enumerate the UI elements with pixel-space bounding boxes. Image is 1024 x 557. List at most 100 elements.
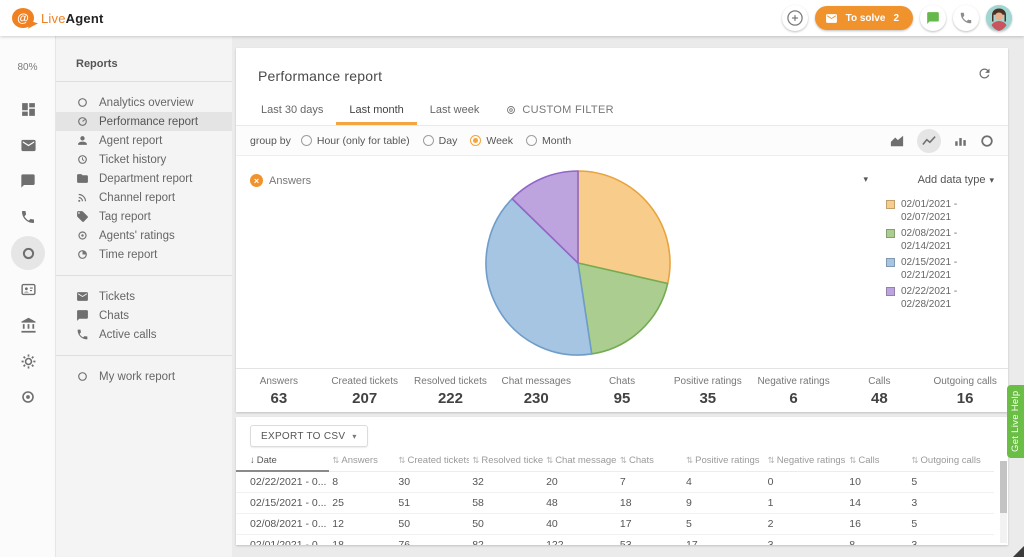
scrollbar-thumb[interactable] bbox=[1000, 461, 1007, 513]
radio-hour[interactable]: Hour (only for table) bbox=[301, 135, 410, 147]
table-row[interactable]: 02/08/2021 - 0...125050401752165 bbox=[236, 514, 994, 535]
envelope-icon bbox=[825, 12, 838, 25]
column-header-chats[interactable]: ⇅Chats bbox=[617, 452, 683, 471]
export-to-csv-button[interactable]: EXPORT TO CSV▾ bbox=[250, 425, 368, 447]
stat-positive-ratings: Positive ratings35 bbox=[665, 369, 751, 412]
user-avatar[interactable] bbox=[986, 5, 1012, 31]
add-button[interactable] bbox=[782, 5, 808, 31]
column-header-created-tickets[interactable]: ⇅Created tickets bbox=[395, 452, 469, 471]
rail-dashboard-button[interactable] bbox=[0, 91, 56, 127]
sidebar-item-chats[interactable]: Chats bbox=[56, 306, 232, 325]
chats-quick-button[interactable] bbox=[920, 5, 946, 31]
sort-icon: ⇅ bbox=[472, 455, 479, 465]
remove-series-icon[interactable]: × bbox=[250, 174, 263, 187]
sidebar-item-performance-report[interactable]: Performance report bbox=[56, 112, 232, 131]
usage-indicator: 80% bbox=[0, 62, 55, 73]
sort-icon: ⇅ bbox=[911, 455, 918, 465]
gauge-icon bbox=[76, 115, 89, 128]
top-bar: @ LiveAgent To solve 2 bbox=[0, 0, 1024, 36]
resize-handle[interactable] bbox=[1013, 546, 1024, 557]
rail-calls-button[interactable] bbox=[0, 199, 56, 235]
radio-circle bbox=[301, 135, 312, 146]
legend-item: 02/01/2021 - 02/07/2021 bbox=[886, 198, 996, 224]
summary-stats-row: Answers63 Created tickets207 Resolved ti… bbox=[236, 368, 1008, 412]
tab-last-month[interactable]: Last month bbox=[336, 104, 416, 125]
sidebar-item-my-work-report[interactable]: My work report bbox=[56, 367, 232, 386]
table-scrollbar[interactable] bbox=[1000, 461, 1007, 543]
sidebar-item-agent-report[interactable]: Agent report bbox=[56, 131, 232, 150]
chat-bubble-icon bbox=[76, 309, 89, 322]
refresh-button[interactable] bbox=[977, 66, 992, 81]
bar-chart-button[interactable] bbox=[954, 134, 967, 147]
sort-icon: ⇅ bbox=[546, 455, 553, 465]
donut-chart-icon bbox=[980, 134, 994, 148]
sidebar-item-department-report[interactable]: Department report bbox=[56, 169, 232, 188]
series-dropdown-caret[interactable]: ▾ bbox=[863, 174, 868, 185]
column-header-outgoing-calls[interactable]: ⇅Outgoing calls bbox=[908, 452, 994, 471]
sidebar-item-active-calls[interactable]: Active calls bbox=[56, 325, 232, 344]
tab-last-week[interactable]: Last week bbox=[417, 104, 493, 125]
rail-active-indicator bbox=[11, 236, 45, 270]
radio-month[interactable]: Month bbox=[526, 135, 571, 147]
calls-quick-button[interactable] bbox=[953, 5, 979, 31]
radio-circle bbox=[423, 135, 434, 146]
table-row[interactable]: 02/15/2021 - 0...255158481891143 bbox=[236, 493, 994, 514]
plus-circle-icon bbox=[785, 8, 805, 28]
rail-tickets-button[interactable] bbox=[0, 127, 56, 163]
tab-last-30-days[interactable]: Last 30 days bbox=[248, 104, 336, 125]
data-table-card: EXPORT TO CSV▾ ↓Date ⇅Answers ⇅Created t… bbox=[236, 417, 1008, 545]
mail-icon bbox=[20, 137, 37, 154]
column-header-resolved-tickets[interactable]: ⇅Resolved tickets bbox=[469, 452, 543, 471]
table-row[interactable]: 02/01/2021 - 0...1876821225317383 bbox=[236, 535, 994, 546]
column-header-answers[interactable]: ⇅Answers bbox=[329, 452, 395, 471]
sidebar-item-analytics-overview[interactable]: Analytics overview bbox=[56, 93, 232, 112]
time-pie-icon bbox=[76, 248, 89, 261]
table-row[interactable]: 02/22/2021 - 0...8303220740105 bbox=[236, 471, 994, 493]
column-header-chat-messages[interactable]: ⇅Chat messages bbox=[543, 452, 617, 471]
rail-settings-button[interactable] bbox=[0, 343, 56, 379]
rail-contacts-button[interactable] bbox=[0, 271, 56, 307]
bar-chart-icon bbox=[954, 134, 967, 147]
radio-day[interactable]: Day bbox=[423, 135, 458, 147]
stat-outgoing-calls: Outgoing calls16 bbox=[922, 369, 1008, 412]
area-chart-button[interactable] bbox=[890, 134, 904, 148]
tab-custom-filter[interactable]: CUSTOM FILTER bbox=[492, 104, 627, 125]
chart-section: × Answers ▾ Add data type▾ 02/01/2021 - … bbox=[236, 156, 1008, 368]
column-header-calls[interactable]: ⇅Calls bbox=[846, 452, 908, 471]
legend-item: 02/22/2021 - 02/28/2021 bbox=[886, 285, 996, 311]
rail-companies-button[interactable] bbox=[0, 307, 56, 343]
sidebar-item-time-report[interactable]: Time report bbox=[56, 245, 232, 264]
sidebar-item-tickets[interactable]: Tickets bbox=[56, 287, 232, 306]
sort-icon: ⇅ bbox=[332, 455, 339, 465]
rail-chats-button[interactable] bbox=[0, 163, 56, 199]
chat-bubble-icon bbox=[20, 173, 36, 189]
to-solve-button[interactable]: To solve 2 bbox=[815, 6, 913, 30]
radio-week[interactable]: Week bbox=[470, 135, 513, 147]
column-header-date[interactable]: ↓Date bbox=[236, 452, 329, 471]
column-header-positive-ratings[interactable]: ⇅Positive ratings bbox=[683, 452, 765, 471]
get-live-help-button[interactable]: Get Live Help bbox=[1007, 385, 1024, 458]
liveagent-logo[interactable]: @ LiveAgent bbox=[12, 8, 104, 28]
brand-text: LiveAgent bbox=[41, 11, 104, 26]
sidebar-item-ticket-history[interactable]: Ticket history bbox=[56, 150, 232, 169]
radio-circle-selected bbox=[470, 135, 481, 146]
chevron-down-icon: ▾ bbox=[989, 175, 994, 185]
reports-sidebar: Reports Analytics overview Performance r… bbox=[56, 36, 232, 557]
clock-icon bbox=[76, 153, 89, 166]
sort-icon: ⇅ bbox=[686, 455, 693, 465]
sidebar-item-agents-ratings[interactable]: Agents' ratings bbox=[56, 226, 232, 245]
pie-chart-button[interactable] bbox=[980, 134, 994, 148]
sidebar-item-tag-report[interactable]: Tag report bbox=[56, 207, 232, 226]
group-by-label: group by bbox=[250, 135, 291, 147]
date-range-tabs: Last 30 days Last month Last week CUSTOM… bbox=[236, 97, 1008, 126]
sidebar-item-channel-report[interactable]: Channel report bbox=[56, 188, 232, 207]
column-header-negative-ratings[interactable]: ⇅Negative ratings bbox=[765, 452, 847, 471]
stat-resolved-tickets: Resolved tickets222 bbox=[408, 369, 494, 412]
line-chart-button[interactable] bbox=[917, 129, 941, 153]
add-data-type-dropdown[interactable]: Add data type▾ bbox=[918, 174, 994, 186]
refresh-icon bbox=[977, 66, 992, 81]
stat-calls: Calls48 bbox=[836, 369, 922, 412]
divider bbox=[56, 81, 232, 82]
rail-help-button[interactable] bbox=[0, 379, 56, 415]
rail-reports-button[interactable] bbox=[0, 235, 56, 271]
